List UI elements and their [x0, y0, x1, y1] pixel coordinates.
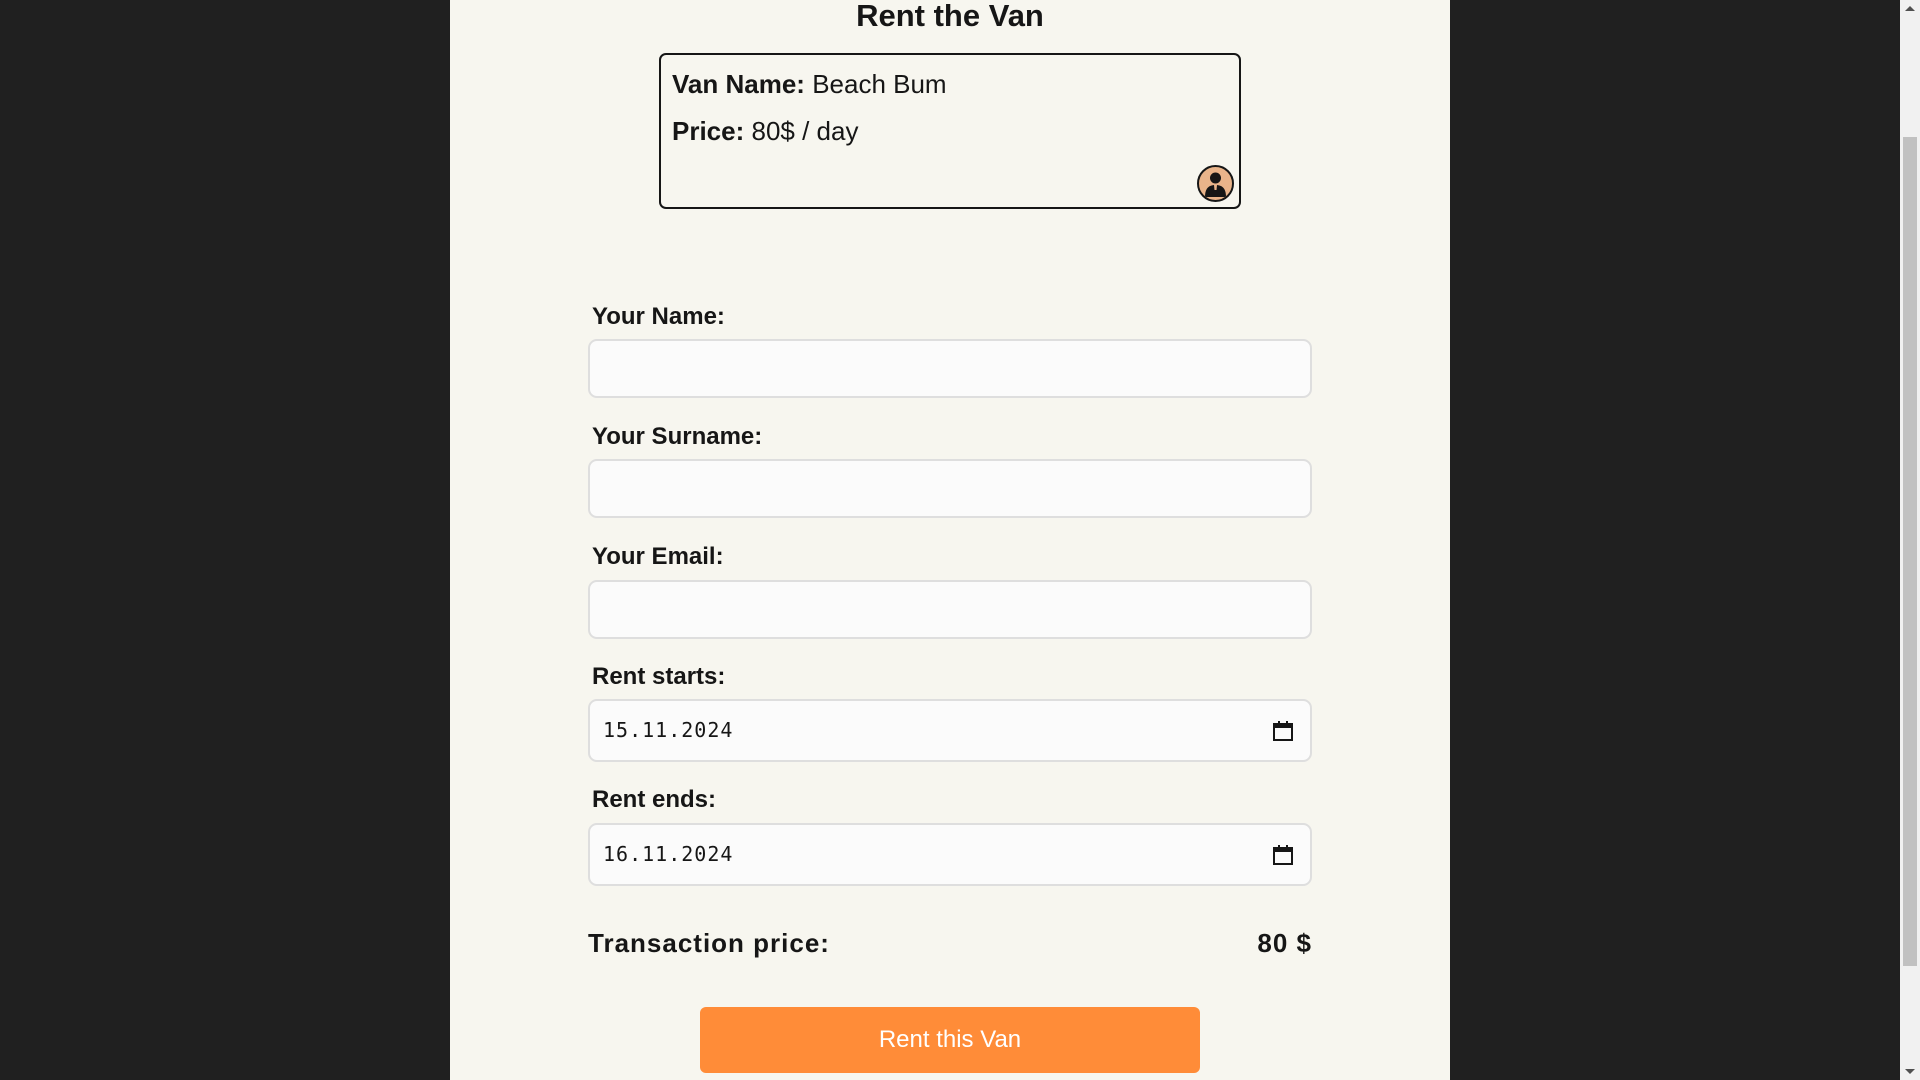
- transaction-price-value: 80 $: [1257, 928, 1312, 958]
- scroll-up-arrow-icon[interactable]: [1905, 6, 1915, 11]
- rent-van-button[interactable]: Rent this Van: [700, 1007, 1200, 1073]
- page-title: Rent the Van: [856, 0, 1044, 33]
- rent-start-date-input[interactable]: 15.11.2024: [588, 699, 1312, 762]
- scroll-down-arrow-icon[interactable]: [1905, 1069, 1915, 1074]
- surname-label: Your Surname:: [592, 423, 763, 450]
- surname-input[interactable]: [588, 459, 1312, 518]
- user-avatar-icon: [1197, 165, 1234, 202]
- scrollbar-thumb[interactable]: [1903, 137, 1917, 966]
- email-input[interactable]: [588, 580, 1312, 639]
- calendar-icon[interactable]: [1272, 844, 1294, 866]
- van-info-card: Van Name: Beach Bum Price: 80$ / day: [659, 53, 1241, 209]
- vertical-scrollbar[interactable]: [1900, 0, 1920, 1080]
- rent-end-date-input[interactable]: 16.11.2024: [588, 823, 1312, 886]
- rent-end-label: Rent ends:: [592, 786, 717, 813]
- email-label: Your Email:: [592, 543, 724, 570]
- rent-page: Rent the Van Van Name: Beach Bum Price: …: [450, 0, 1450, 1080]
- rent-end-value: 16.11.2024: [603, 842, 734, 866]
- van-name-line: Van Name: Beach Bum: [672, 69, 947, 100]
- van-name-value: Beach Bum: [812, 69, 947, 99]
- rent-start-label: Rent starts:: [592, 663, 726, 690]
- van-name-label: Van Name:: [672, 69, 805, 99]
- name-input[interactable]: [588, 339, 1312, 398]
- van-price-label: Price:: [672, 116, 745, 146]
- rent-start-value: 15.11.2024: [603, 718, 734, 742]
- transaction-price-label: Transaction price:: [588, 928, 830, 958]
- van-price-value: 80$ / day: [751, 116, 859, 146]
- calendar-icon[interactable]: [1272, 720, 1294, 742]
- van-price-line: Price: 80$ / day: [672, 116, 858, 147]
- name-label: Your Name:: [592, 303, 725, 330]
